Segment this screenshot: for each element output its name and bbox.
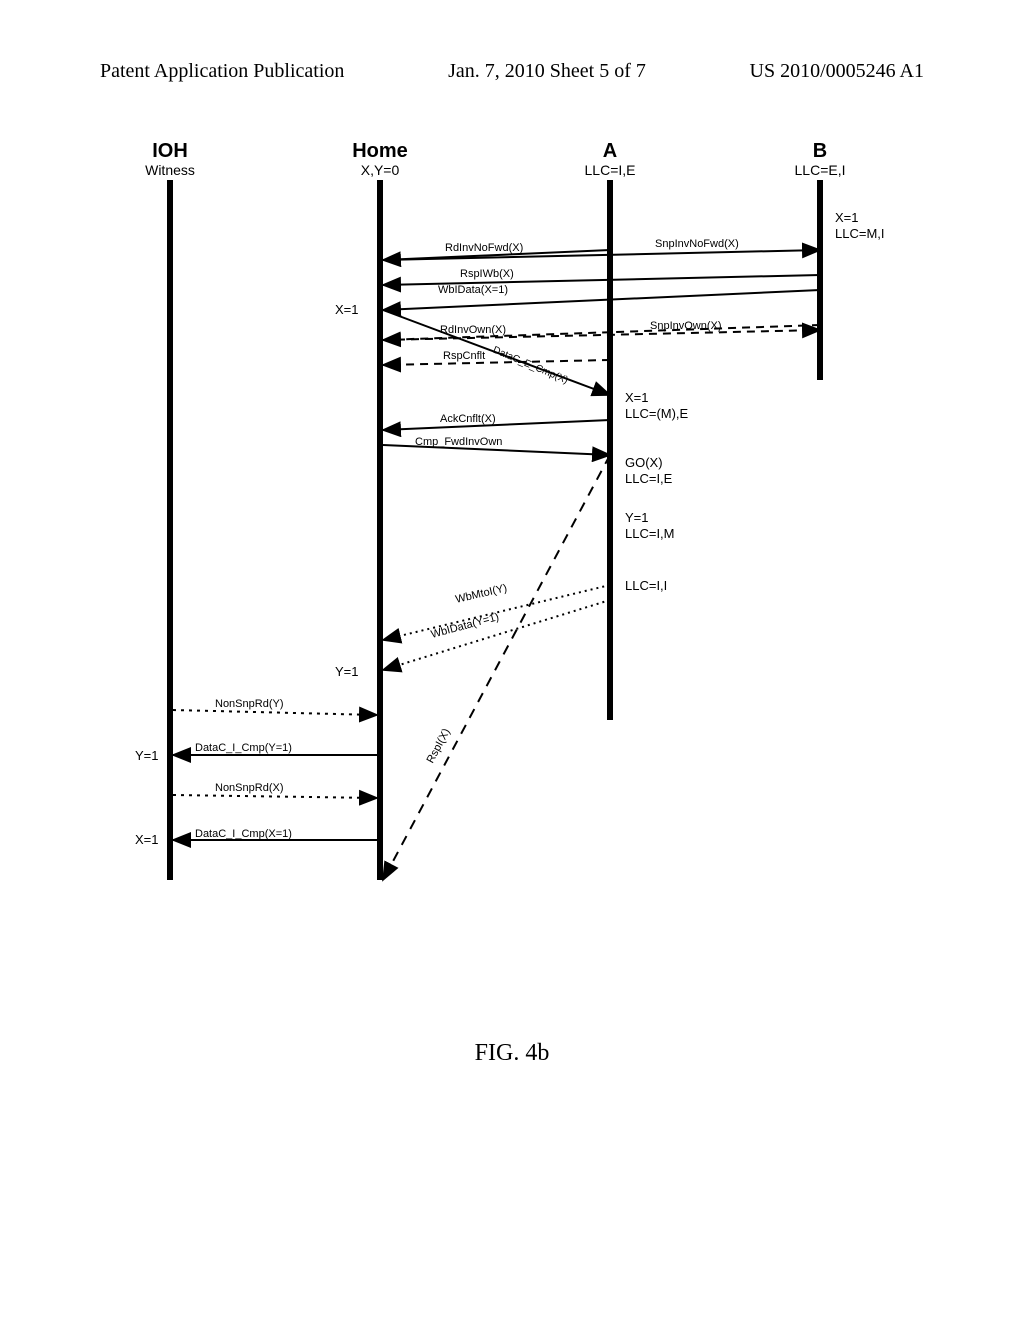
msg-rdinvown: RdInvOwn(X): [440, 324, 506, 336]
state-home-x1: X=1: [335, 302, 359, 317]
state-a-llc-ii: LLC=I,I: [625, 578, 667, 593]
msg-ackcnflt: AckCnflt(X): [440, 413, 496, 425]
sublabel-ioh: Witness: [145, 162, 195, 178]
state-a-llc-ie: LLC=I,E: [625, 471, 672, 486]
msg-rdinvnofwd: RdInvNoFwd(X): [445, 242, 523, 254]
msg-datac-i-cmp-y: DataC_I_Cmp(Y=1): [195, 742, 292, 754]
label-b: B: [813, 140, 827, 163]
state-b-llc-mi: LLC=M,I: [835, 226, 885, 241]
header-right: US 2010/0005246 A1: [750, 60, 924, 83]
header-left: Patent Application Publication: [100, 60, 344, 83]
sequence-diagram: IOH Witness Home X,Y=0 A LLC=I,E B LLC=E…: [140, 180, 900, 940]
msg-rspiwb: RspIWb(X): [460, 268, 514, 280]
label-home: Home: [352, 140, 408, 163]
state-a-llc-me: LLC=(M),E: [625, 406, 688, 421]
label-a: A: [603, 140, 617, 163]
sublabel-b: LLC=E,I: [795, 162, 846, 178]
message-lines: [140, 180, 900, 940]
state-home-y1: Y=1: [335, 664, 359, 679]
state-b-x1: X=1: [835, 210, 859, 225]
sublabel-a: LLC=I,E: [585, 162, 636, 178]
state-ioh-y1: Y=1: [135, 748, 159, 763]
header-center: Jan. 7, 2010 Sheet 5 of 7: [448, 60, 646, 83]
msg-snpinvnofwd: SnpInvNoFwd(X): [655, 238, 739, 250]
state-a-llc-im: LLC=I,M: [625, 526, 675, 541]
state-ioh-x1: X=1: [135, 832, 159, 847]
msg-snpinvown: SnpInvOwn(X): [650, 320, 722, 332]
msg-datac-i-cmp-x: DataC_I_Cmp(X=1): [195, 828, 292, 840]
state-a-x1: X=1: [625, 390, 649, 405]
figure-caption: FIG. 4b: [0, 1040, 1024, 1067]
msg-wbidata-x: WbIData(X=1): [438, 284, 508, 296]
msg-rspcnflt: RspCnflt: [443, 350, 485, 362]
state-a-y1: Y=1: [625, 510, 649, 525]
msg-cmp-fwdinvown: Cmp_FwdInvOwn: [415, 436, 502, 448]
sublabel-home: X,Y=0: [361, 162, 400, 178]
state-a-go: GO(X): [625, 455, 663, 470]
msg-nonsnprd-y: NonSnpRd(Y): [215, 698, 283, 710]
label-ioh: IOH: [152, 140, 188, 163]
msg-nonsnprd-x: NonSnpRd(X): [215, 782, 283, 794]
